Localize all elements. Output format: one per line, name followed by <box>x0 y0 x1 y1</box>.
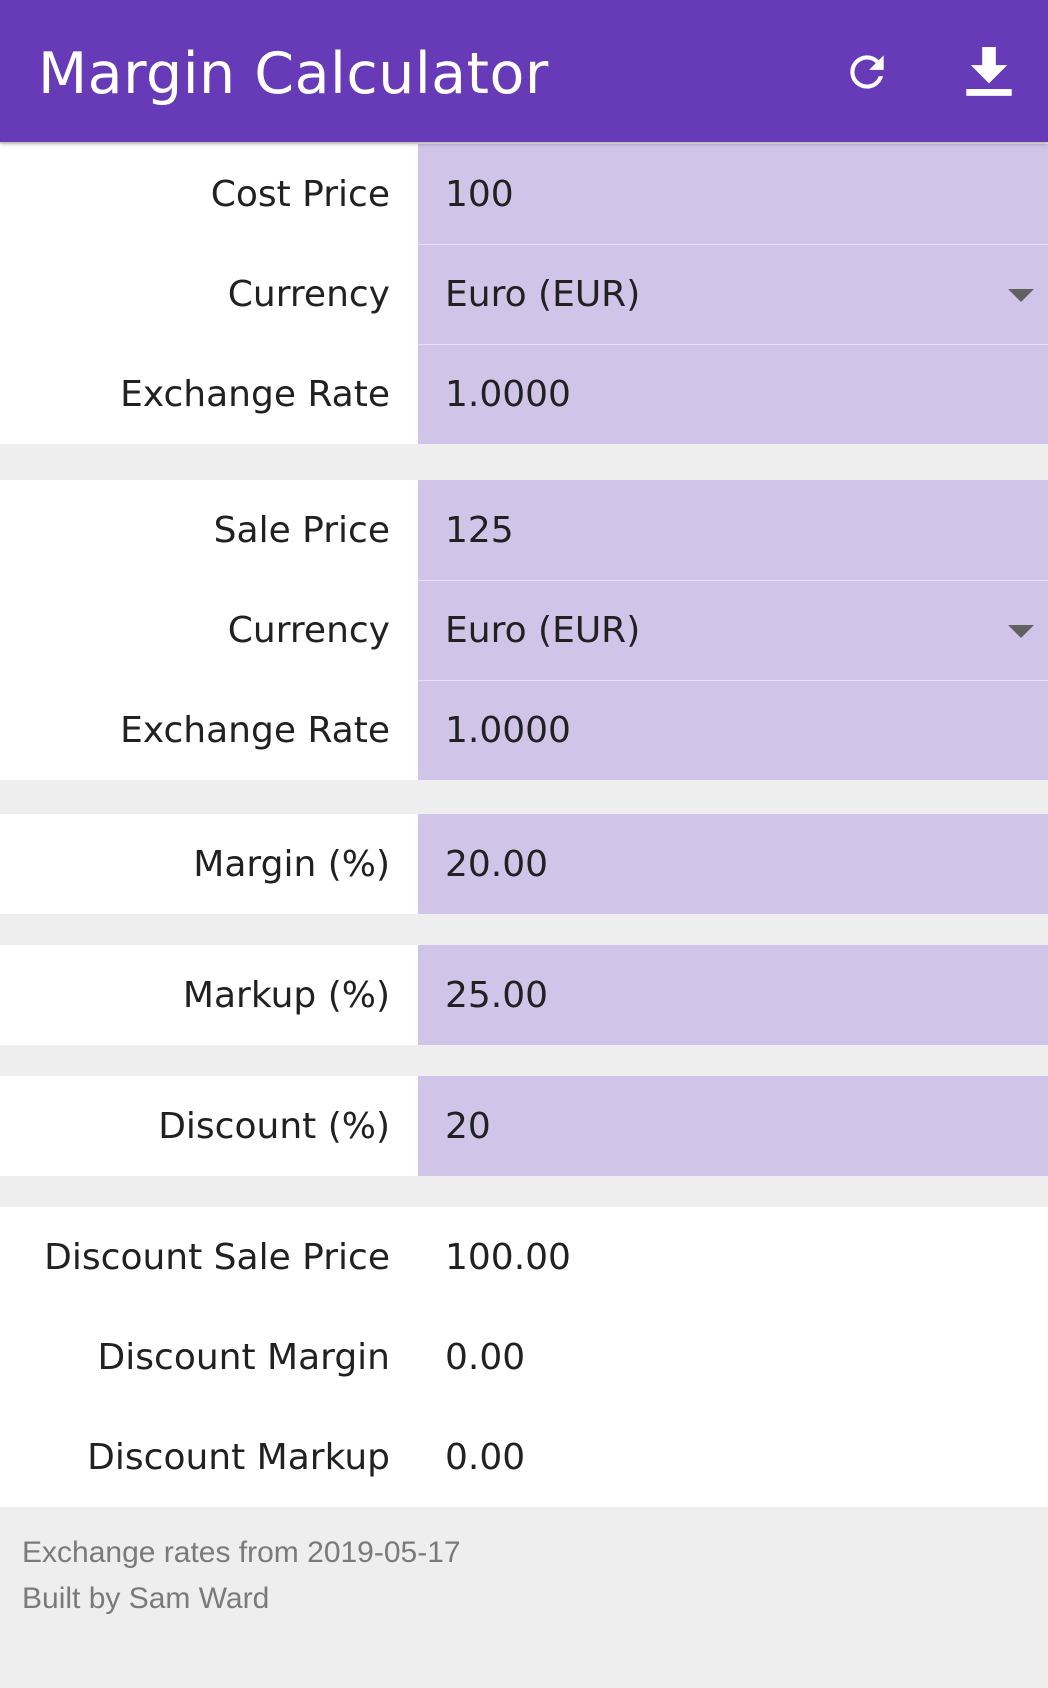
discount-margin-row: Discount Margin 0.00 <box>0 1307 1048 1407</box>
cost-rate-input[interactable] <box>445 374 1005 415</box>
sale-group: Sale Price Currency Euro (EUR) Exchange … <box>0 480 1048 780</box>
dropdown-arrow-icon <box>1008 288 1034 302</box>
discount-sale-price-label: Discount Sale Price <box>44 1236 390 1278</box>
markup-label: Markup (%) <box>182 974 390 1016</box>
dropdown-arrow-icon <box>1008 624 1034 638</box>
discount-margin-value: 0.00 <box>445 1336 526 1378</box>
download-icon <box>966 47 1012 96</box>
cost-rate-label: Exchange Rate <box>120 373 390 415</box>
margin-group: Margin (%) <box>0 814 1048 914</box>
sale-rate-label: Exchange Rate <box>120 709 390 751</box>
discount-margin-label: Discount Margin <box>97 1336 390 1378</box>
discount-group: Discount (%) <box>0 1076 1048 1176</box>
sale-price-label: Sale Price <box>213 509 390 551</box>
discount-markup-label: Discount Markup <box>87 1436 390 1478</box>
cost-currency-value: Euro (EUR) <box>445 274 641 315</box>
markup-row: Markup (%) <box>0 945 1048 1045</box>
sale-rate-input[interactable] <box>445 710 1005 751</box>
refresh-icon <box>850 55 884 89</box>
app-title: Margin Calculator <box>38 41 549 107</box>
margin-input[interactable] <box>445 843 1005 885</box>
markup-group: Markup (%) <box>0 945 1048 1045</box>
margin-label: Margin (%) <box>193 843 390 885</box>
discount-sale-price-value: 100.00 <box>445 1236 571 1278</box>
app-bar: Margin Calculator <box>0 0 1048 142</box>
sale-currency-select[interactable]: Euro (EUR) <box>418 580 1048 680</box>
exchange-rates-note: Exchange rates from 2019-05-17 <box>22 1536 461 1569</box>
discount-row: Discount (%) <box>0 1076 1048 1176</box>
discount-markup-row: Discount Markup 0.00 <box>0 1407 1048 1507</box>
footer: Exchange rates from 2019-05-17 Built by … <box>22 1530 461 1622</box>
sale-currency-label: Currency <box>227 609 390 651</box>
discount-input[interactable] <box>445 1105 1005 1147</box>
author-credit: Built by Sam Ward <box>22 1582 270 1615</box>
cost-price-input[interactable] <box>445 173 1005 215</box>
results-group: Discount Sale Price 100.00 Discount Marg… <box>0 1207 1048 1507</box>
cost-group: Cost Price Currency Euro (EUR) Exchange … <box>0 144 1048 444</box>
margin-row: Margin (%) <box>0 814 1048 914</box>
cost-currency-label: Currency <box>227 273 390 315</box>
cost-currency-row: Currency Euro (EUR) <box>0 244 1048 344</box>
discount-sale-price-row: Discount Sale Price 100.00 <box>0 1207 1048 1307</box>
cost-price-row: Cost Price <box>0 144 1048 244</box>
refresh-button[interactable] <box>831 36 903 108</box>
download-button[interactable] <box>953 36 1025 108</box>
discount-label: Discount (%) <box>158 1105 390 1147</box>
discount-markup-value: 0.00 <box>445 1436 526 1478</box>
cost-price-label: Cost Price <box>210 173 390 215</box>
sale-rate-row: Exchange Rate <box>0 680 1048 780</box>
cost-currency-select[interactable]: Euro (EUR) <box>418 244 1048 344</box>
sale-currency-value: Euro (EUR) <box>445 610 641 651</box>
sale-price-input[interactable] <box>445 509 1005 551</box>
sale-currency-row: Currency Euro (EUR) <box>0 580 1048 680</box>
cost-rate-row: Exchange Rate <box>0 344 1048 444</box>
sale-price-row: Sale Price <box>0 480 1048 580</box>
markup-input[interactable] <box>445 974 1005 1016</box>
